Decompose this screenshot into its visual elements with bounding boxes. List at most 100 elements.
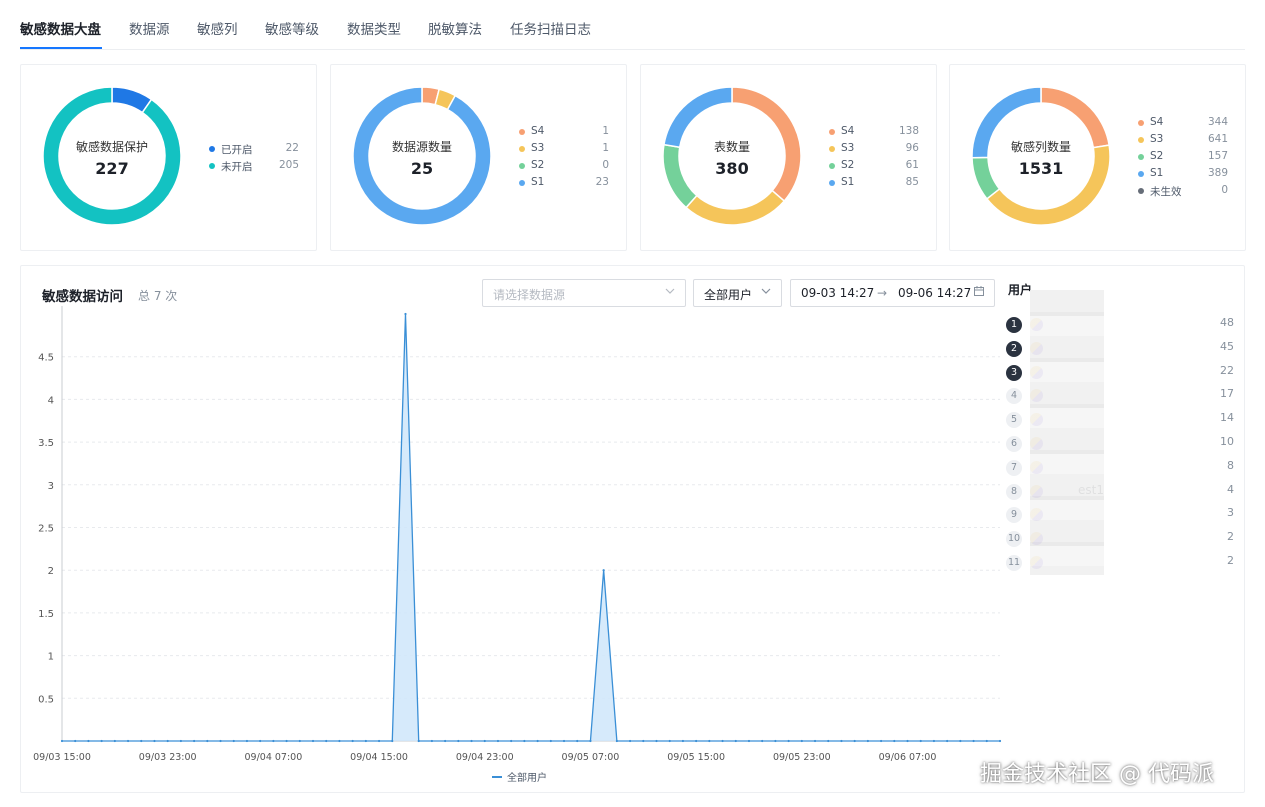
donut-legend: 已开启 22 未开启 205 [209,141,307,175]
data-point[interactable] [655,739,658,743]
dashboard-page: 敏感数据大盘 数据源 敏感列 敏感等级 数据类型 脱敏算法 任务扫描日志 敏感数… [0,0,1265,807]
data-point[interactable] [536,739,539,743]
data-point[interactable] [444,739,447,743]
data-point[interactable] [338,739,341,743]
x-tick-label: 09/06 07:00 [879,752,937,763]
data-point[interactable] [642,739,645,743]
data-point[interactable] [325,739,328,743]
data-point[interactable] [761,739,764,743]
data-point[interactable] [734,739,737,743]
data-point[interactable] [866,739,869,743]
redacted-user-names [1030,290,1104,575]
data-point[interactable] [364,739,367,743]
data-point[interactable] [430,739,434,743]
data-point[interactable] [813,739,817,743]
data-point[interactable] [140,739,143,743]
data-point[interactable] [932,739,936,743]
data-point[interactable] [774,739,777,743]
data-point[interactable] [457,739,460,743]
y-tick-label: 1.5 [38,609,54,620]
data-point[interactable] [470,739,473,743]
data-point[interactable] [496,739,500,743]
legend-label: 未开启 [221,161,253,173]
data-point[interactable] [853,739,856,743]
user-access-count: 45 [1220,339,1234,353]
data-point[interactable] [179,739,183,743]
data-point[interactable] [60,739,64,743]
data-point[interactable] [562,739,566,743]
data-point[interactable] [681,739,685,743]
legend-value: 157 [1207,150,1228,162]
data-point[interactable] [668,739,671,743]
rank-badge: 7 [1006,459,1022,476]
donut-slice-未开启[interactable] [42,86,182,226]
data-point[interactable] [628,739,632,743]
tab-sensitive-columns[interactable]: 敏感列 [197,18,238,38]
donut-slice-S3[interactable] [685,189,786,226]
data-point[interactable] [695,739,698,743]
data-point[interactable] [126,739,130,743]
data-point[interactable] [615,739,618,743]
data-point[interactable] [589,739,592,743]
data-point[interactable] [576,739,579,743]
data-point[interactable] [87,739,90,743]
data-point[interactable] [523,739,526,743]
data-point[interactable] [946,739,949,743]
data-point[interactable] [959,739,962,743]
data-point[interactable] [602,569,605,572]
data-point[interactable] [417,739,420,743]
data-point[interactable] [74,739,77,743]
legend-label: S1 [841,176,855,188]
data-point[interactable] [391,739,394,743]
data-point[interactable] [232,739,235,743]
tab-datasource[interactable]: 数据源 [129,18,170,38]
legend-label: S4 [841,125,855,137]
data-point[interactable] [219,739,222,743]
donut-slice-S1[interactable] [352,86,492,226]
data-point[interactable] [377,739,381,743]
data-point[interactable] [259,739,262,743]
data-point[interactable] [153,739,156,743]
x-tick-label: 09/03 23:00 [139,752,197,763]
data-point[interactable] [972,739,975,743]
tab-sensitive-levels[interactable]: 敏感等级 [265,18,319,38]
legend-label: S3 [531,142,545,154]
legend-label[interactable]: 全部用户 [507,771,547,784]
data-point[interactable] [245,739,249,743]
user-access-count: 48 [1220,316,1234,329]
data-point[interactable] [919,739,922,743]
data-point[interactable] [708,739,711,743]
data-point[interactable] [800,739,803,743]
data-point[interactable] [721,739,724,743]
data-point[interactable] [840,739,843,743]
donut-slice-S3[interactable] [985,144,1111,226]
data-point[interactable] [483,739,486,743]
tab-sensitive-dashboard[interactable]: 敏感数据大盘 [20,18,101,38]
legend-item: 已开启 22 [209,141,307,158]
data-point[interactable] [100,739,103,743]
data-point[interactable] [285,739,288,743]
data-point[interactable] [113,739,116,743]
data-point[interactable] [351,739,354,743]
tab-scan-logs[interactable]: 任务扫描日志 [510,18,591,38]
data-point[interactable] [985,739,988,743]
data-point[interactable] [827,739,830,743]
data-point[interactable] [166,739,169,743]
data-point[interactable] [298,739,301,743]
data-point[interactable] [906,739,909,743]
tab-data-types[interactable]: 数据类型 [347,18,401,38]
data-point[interactable] [206,739,209,743]
data-point[interactable] [998,739,1002,743]
data-point[interactable] [311,739,315,743]
data-point[interactable] [404,312,407,316]
data-point[interactable] [787,739,790,743]
data-point[interactable] [747,739,751,743]
data-point[interactable] [193,739,196,743]
data-point[interactable] [879,739,883,743]
data-point[interactable] [272,739,275,743]
watermark: 掘金技术社区 @ 代码派 [980,762,1214,787]
tab-masking-algorithms[interactable]: 脱敏算法 [428,18,482,38]
data-point[interactable] [893,739,896,743]
data-point[interactable] [510,739,513,743]
data-point[interactable] [549,739,552,743]
